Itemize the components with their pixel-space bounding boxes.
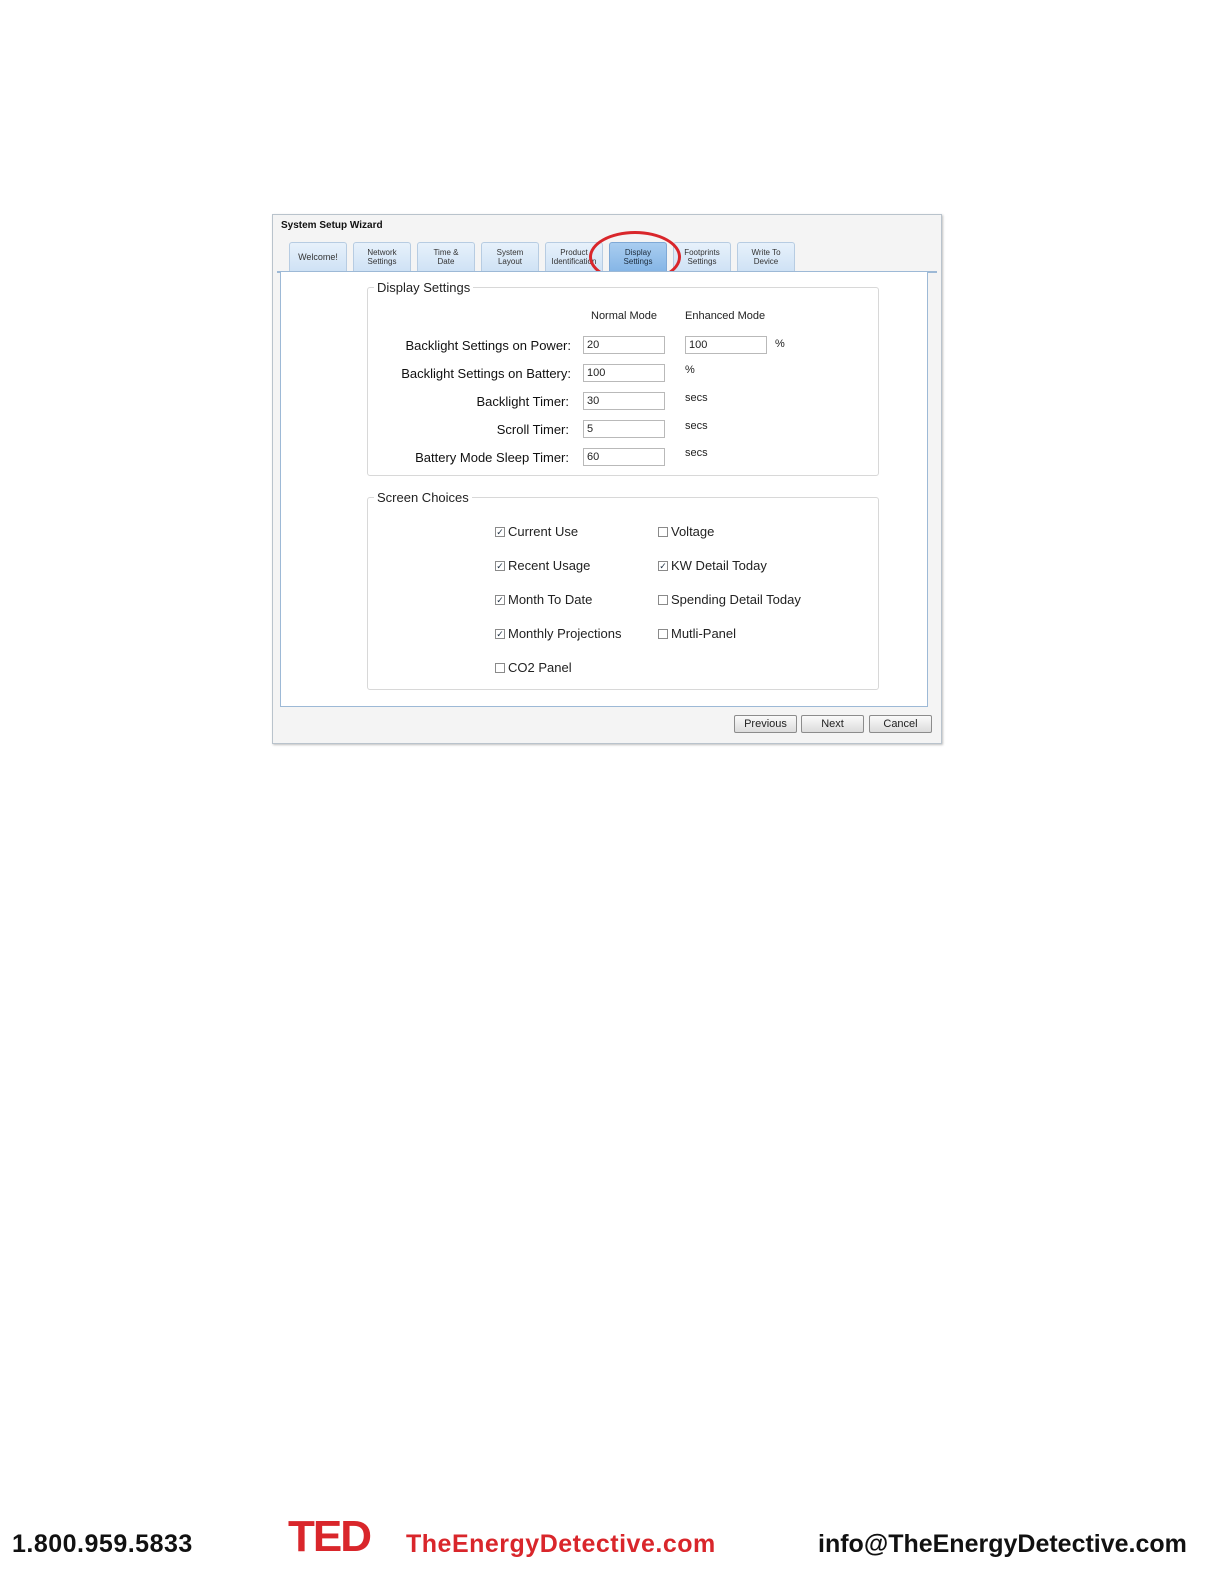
checkbox-box: ✓ [495, 560, 505, 571]
checkbox-box: ✓ [495, 628, 505, 639]
checkbox-label: Voltage [671, 524, 715, 539]
checkbox-box: ✓ [658, 560, 668, 571]
checkbox-box [495, 662, 505, 673]
tab-write-to-device[interactable]: Write To Device [737, 242, 795, 271]
tab-time-date[interactable]: Time & Date [417, 242, 475, 271]
checkbox-label: Monthly Projections [508, 626, 622, 641]
co2-panel-checkbox[interactable]: CO2 Panel [495, 660, 572, 675]
spending-detail-today-checkbox[interactable]: Spending Detail Today [658, 592, 801, 607]
wizard-content-panel: Display Settings Normal Mode Enhanced Mo… [280, 271, 928, 707]
sleep-timer-input[interactable] [583, 448, 665, 466]
kw-detail-today-checkbox[interactable]: ✓ KW Detail Today [658, 558, 767, 573]
checkbox-box [658, 594, 668, 605]
checkbox-label: Month To Date [508, 592, 593, 607]
backlight-power-enhanced-input[interactable] [685, 336, 767, 354]
tab-welcome[interactable]: Welcome! [289, 242, 347, 271]
checkbox-box: ✓ [495, 526, 505, 537]
voltage-checkbox[interactable]: Voltage [658, 524, 714, 539]
checkbox-box [658, 628, 668, 639]
checkbox-label: CO2 Panel [508, 660, 572, 675]
backlight-timer-label: Backlight Timer: [476, 394, 569, 409]
tab-system-layout[interactable]: System Layout [481, 242, 539, 271]
tab-footprints-settings[interactable]: Footprints Settings [673, 242, 731, 271]
tab-product-identification[interactable]: Product Identification [545, 242, 603, 271]
backlight-power-label: Backlight Settings on Power: [405, 338, 571, 353]
backlight-battery-unit: % [685, 364, 695, 376]
month-to-date-checkbox[interactable]: ✓ Month To Date [495, 592, 592, 607]
footer-phone: 1.800.959.5833 [12, 1530, 193, 1558]
checkbox-label: KW Detail Today [671, 558, 767, 573]
backlight-timer-input[interactable] [583, 392, 665, 410]
sleep-timer-label: Battery Mode Sleep Timer: [415, 450, 569, 465]
ted-logo-text: TED [288, 1513, 370, 1557]
window-title: System Setup Wizard [281, 220, 383, 231]
backlight-timer-unit: secs [685, 392, 708, 404]
ted-logo: TED [288, 1513, 372, 1557]
display-settings-legend: Display Settings [377, 280, 471, 295]
checkbox-label: Spending Detail Today [671, 592, 801, 607]
backlight-battery-normal-input[interactable] [583, 364, 665, 382]
screen-choices-legend: Screen Choices [377, 490, 469, 505]
checkbox-box: ✓ [495, 594, 505, 605]
normal-mode-header: Normal Mode [591, 310, 658, 322]
backlight-power-unit: % [775, 338, 785, 350]
next-button[interactable]: Next [801, 715, 864, 733]
checkbox-box [658, 526, 668, 537]
tab-display-settings[interactable]: Display Settings [609, 242, 667, 271]
tab-bar: Welcome! Network Settings Time & Date Sy… [277, 239, 937, 273]
tab-network-settings[interactable]: Network Settings [353, 242, 411, 271]
backlight-power-normal-input[interactable] [583, 336, 665, 354]
scroll-timer-unit: secs [685, 420, 708, 432]
backlight-battery-label: Backlight Settings on Battery: [401, 366, 571, 381]
checkbox-label: Current Use [508, 524, 579, 539]
footer-website[interactable]: TheEnergyDetective.com [406, 1530, 716, 1559]
current-use-checkbox[interactable]: ✓ Current Use [495, 524, 578, 539]
scroll-timer-label: Scroll Timer: [496, 422, 569, 437]
footer-email[interactable]: info@TheEnergyDetective.com [818, 1530, 1187, 1559]
monthly-projections-checkbox[interactable]: ✓ Monthly Projections [495, 626, 621, 641]
checkbox-label: Recent Usage [508, 558, 591, 573]
cancel-button[interactable]: Cancel [869, 715, 932, 733]
checkbox-label: Mutli-Panel [671, 626, 737, 641]
multi-panel-checkbox[interactable]: Mutli-Panel [658, 626, 736, 641]
setup-wizard-window: System Setup Wizard Welcome! Network Set… [272, 214, 942, 744]
sleep-timer-unit: secs [685, 447, 708, 459]
screen-choices-group: Screen Choices [367, 490, 879, 690]
enhanced-mode-header: Enhanced Mode [685, 310, 766, 322]
recent-usage-checkbox[interactable]: ✓ Recent Usage [495, 558, 590, 573]
previous-button[interactable]: Previous [734, 715, 797, 733]
scroll-timer-input[interactable] [583, 420, 665, 438]
